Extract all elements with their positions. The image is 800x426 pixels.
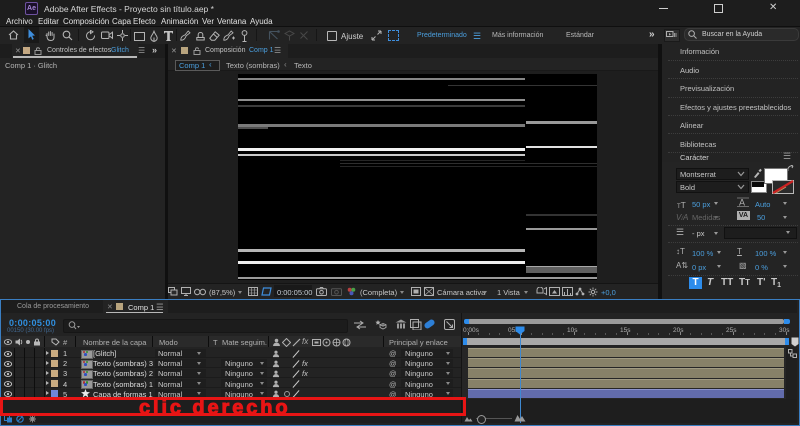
svg-text:A: A <box>739 198 745 208</box>
